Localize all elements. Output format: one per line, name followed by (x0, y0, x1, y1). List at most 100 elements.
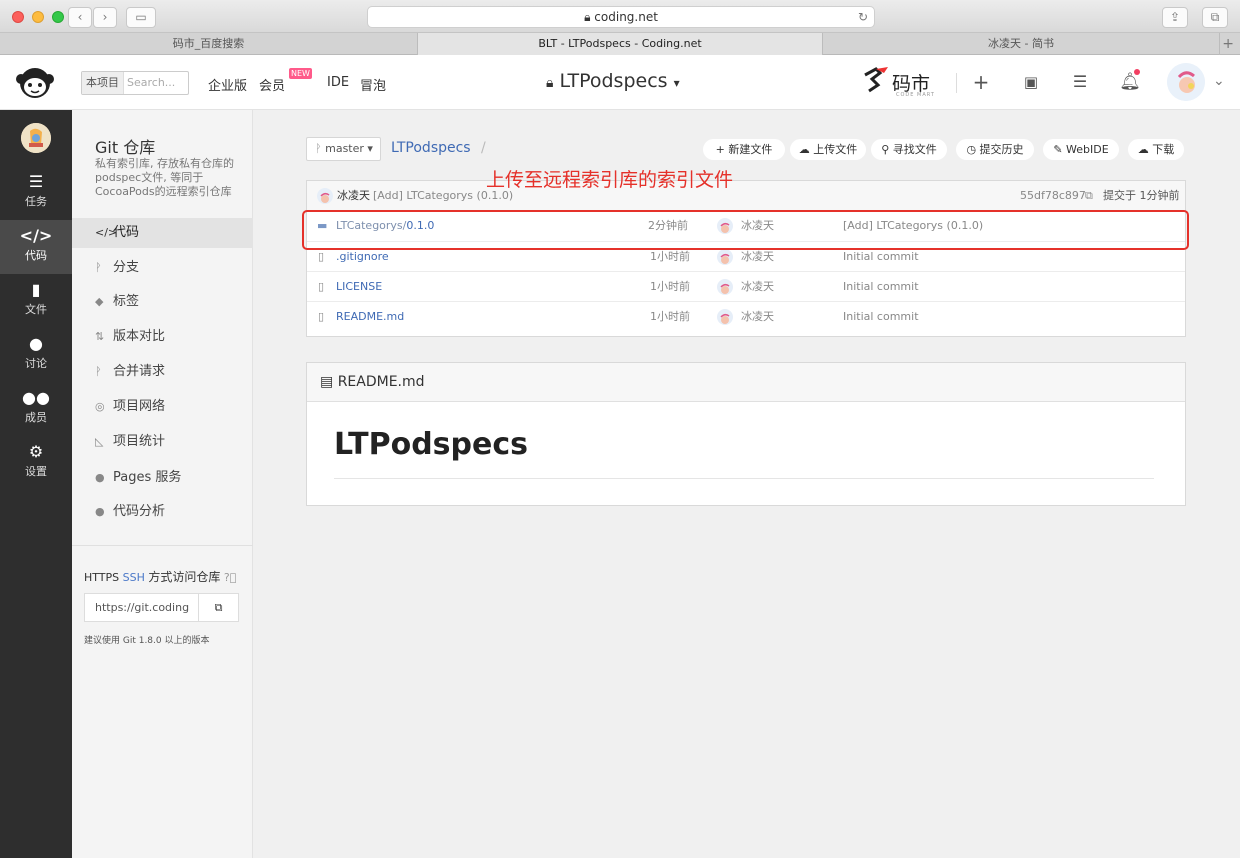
repo-root-link[interactable]: LTPodspecs (391, 140, 471, 156)
coding-monkey-logo[interactable] (14, 65, 56, 101)
close-window-button[interactable] (12, 11, 24, 23)
sidebar-item-code-analysis[interactable]: ● 代码分析 (72, 497, 253, 527)
file-author-avatar[interactable] (717, 279, 733, 295)
sidebar-item-code[interactable]: </>代码 (72, 218, 253, 248)
sidebar-item-stats[interactable]: ◺ 项目统计 (72, 427, 253, 457)
nav-bubble[interactable]: 冒泡 (360, 75, 386, 94)
nav-member[interactable]: 会员 (259, 75, 285, 94)
tabs-overview-button[interactable]: ⧉ (1202, 7, 1228, 28)
clone-ssh-option[interactable]: SSH (123, 571, 145, 584)
codemart-brand[interactable]: 码市 CODE MART (862, 63, 946, 99)
browser-tab-active[interactable]: BLT - LTPodspecs - Coding.net (418, 33, 823, 55)
caret-down-icon: ▾ (367, 142, 373, 155)
compare-icon: ⇅ (95, 330, 105, 343)
back-button[interactable]: ‹ (68, 7, 92, 28)
sidebar-item-network[interactable]: ◎ 项目网络 (72, 392, 253, 422)
table-row[interactable]: ▯ README.md 1小时前 冰凌天 Initial commit (307, 302, 1185, 332)
readme-heading: LTPodspecs (334, 427, 529, 462)
browser-titlebar: ‹ › ▭ 🔒︎ coding.net ↻ ⇪ ⧉ (0, 0, 1240, 33)
sidebar-item-label: Pages 服务 (113, 470, 182, 485)
file-author-avatar[interactable] (717, 249, 733, 265)
file-name[interactable]: README.md (336, 302, 404, 332)
browser-tab[interactable]: 冰凌天 - 简书 (823, 33, 1220, 55)
settings-icon: ⚙ (28, 442, 44, 461)
commit-hash[interactable]: 55df78c897 (1020, 181, 1086, 211)
copy-hash-icon[interactable]: ⧉ (1085, 181, 1093, 211)
darkbar-item-label: 代码 (25, 249, 47, 262)
project-title-dropdown[interactable]: 🔒︎ LTPodspecs ▾ (546, 70, 680, 92)
zoom-window-button[interactable] (52, 11, 64, 23)
sidebar-item-branches[interactable]: ᚹ 分支 (72, 253, 253, 283)
webide-label: WebIDE (1066, 143, 1109, 156)
commit-author-avatar[interactable] (317, 188, 333, 204)
file-commit-message[interactable]: Initial commit (843, 272, 919, 302)
sidebar-toggle-button[interactable]: ▭ (126, 7, 156, 28)
project-search[interactable]: 本项目 Search... (81, 71, 189, 95)
file-icon: ▯ (318, 280, 325, 293)
darkbar-item-code[interactable]: </> 代码 (0, 220, 72, 274)
browser-tab[interactable]: 码市_百度搜索 (0, 33, 418, 55)
find-file-label: 寻找文件 (892, 143, 937, 156)
darkbar-item-discussion[interactable]: ● 讨论 (0, 328, 72, 382)
project-avatar[interactable] (21, 123, 51, 153)
commit-history-button[interactable]: ◷ 提交历史 (956, 139, 1034, 160)
darkbar-item-files[interactable]: ▮ 文件 (0, 274, 72, 328)
sidebar-item-pages[interactable]: ● Pages 服务 (72, 463, 253, 493)
clone-title-text: 方式访问仓库 (148, 570, 221, 584)
last-commit-bar: 冰凌天 [Add] LTCategorys (0.1.0) 55df78c897… (307, 181, 1185, 211)
clock-icon: ◷ (966, 143, 980, 156)
webide-button[interactable]: ✎ WebIDE (1043, 139, 1119, 160)
terminal-icon[interactable]: ▣ (1019, 70, 1043, 94)
file-author[interactable]: 冰凌天 (741, 302, 774, 332)
branch-selector[interactable]: ᚹ master ▾ (306, 137, 381, 161)
user-menu-chevron-icon[interactable]: ⌄ (1213, 73, 1225, 89)
upload-file-button[interactable]: ☁ 上传文件 (790, 139, 866, 160)
file-author[interactable]: 冰凌天 (741, 272, 774, 302)
file-icon: ▯ (318, 310, 325, 323)
address-bar[interactable]: 🔒︎ coding.net ↻ (367, 6, 875, 28)
server-icon[interactable]: ☰ (1068, 70, 1092, 94)
copy-button[interactable]: ⧉ (198, 594, 238, 621)
user-avatar[interactable] (1167, 63, 1205, 101)
sidebar-item-merge-requests[interactable]: ᚹ 合并请求 (72, 357, 253, 387)
darkbar-item-members[interactable]: ●● 成员 (0, 382, 72, 436)
new-tab-button[interactable]: + (1222, 33, 1234, 55)
share-button[interactable]: ⇪ (1162, 7, 1188, 28)
file-commit-message[interactable]: Initial commit (843, 302, 919, 332)
nav-ide[interactable]: IDE (327, 75, 349, 90)
globe-icon: ● (95, 471, 105, 484)
sidebar-item-tags[interactable]: ◆ 标签 (72, 287, 253, 317)
search-scope[interactable]: 本项目 (82, 72, 124, 94)
clone-url-field[interactable]: https://git.coding ⧉ (84, 593, 239, 622)
file-time: 1小时前 (650, 310, 690, 323)
minimize-window-button[interactable] (32, 11, 44, 23)
nav-enterprise[interactable]: 企业版 (208, 75, 247, 94)
darkbar-item-settings[interactable]: ⚙ 设置 (0, 436, 72, 490)
file-name[interactable]: LICENSE (336, 272, 382, 302)
commit-author[interactable]: 冰凌天 (337, 181, 370, 211)
darkbar-item-tasks[interactable]: ☰ 任务 (0, 166, 72, 220)
app-header: 本项目 Search... 企业版 会员 NEW IDE 冒泡 🔒︎ LTPods… (0, 55, 1240, 110)
download-button[interactable]: ☁ 下载 (1128, 139, 1184, 160)
reload-icon[interactable]: ↻ (858, 7, 868, 27)
table-row[interactable]: ▯ LICENSE 1小时前 冰凌天 Initial commit (307, 272, 1185, 302)
lock-icon: 🔒︎ (546, 75, 554, 91)
clone-https-option[interactable]: HTTPS (84, 571, 119, 584)
forward-button[interactable]: › (93, 7, 117, 28)
darkbar-item-label: 讨论 (25, 357, 47, 370)
help-icon[interactable]: ?⃝ (224, 571, 236, 584)
file-author-avatar[interactable] (717, 309, 733, 325)
branch-icon: ᚹ (315, 142, 322, 155)
sidebar-item-compare[interactable]: ⇅ 版本对比 (72, 322, 253, 352)
add-icon[interactable]: + (969, 70, 993, 94)
readme-filename: README.md (337, 374, 425, 390)
new-file-button[interactable]: + 新建文件 (703, 139, 785, 160)
file-time: 1小时前 (650, 280, 690, 293)
cloud-download-icon: ☁ (1137, 143, 1153, 156)
sidebar-item-label: 项目统计 (113, 434, 166, 449)
find-file-button[interactable]: ⚲ 寻找文件 (871, 139, 947, 160)
upload-file-label: 上传文件 (813, 143, 858, 156)
repo-main: ᚹ master ▾ LTPodspecs / + 新建文件 ☁ 上传文件 ⚲ … (253, 110, 1240, 858)
search-input[interactable]: Search... (124, 76, 175, 89)
project-title: LTPodspecs (559, 70, 668, 92)
